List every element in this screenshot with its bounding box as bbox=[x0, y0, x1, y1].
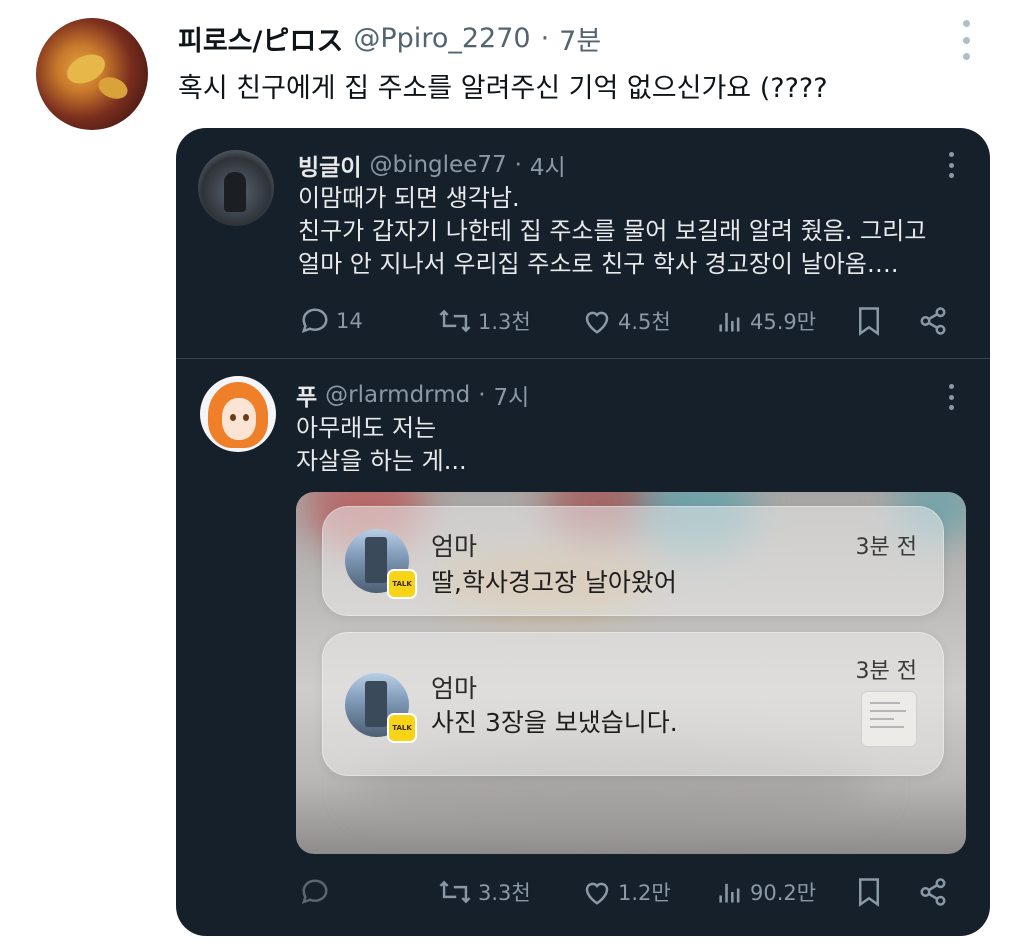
notification-2-title: 엄마 bbox=[431, 674, 478, 703]
quote1-share-button[interactable] bbox=[918, 306, 948, 336]
kakaotalk-badge-icon: TALK bbox=[387, 569, 417, 599]
notification-1-avatar: TALK bbox=[345, 529, 417, 599]
quote1-repost-button[interactable]: 1.3천 bbox=[438, 306, 531, 336]
notification-1-message: 딸,학사경고장 날아왔어 bbox=[431, 568, 677, 597]
quote2-reply-button[interactable] bbox=[300, 877, 336, 907]
attached-image[interactable]: TALK 엄마 딸,학사경고장 날아왔어 3분 전 TALK 엄마 사진 3장을… bbox=[296, 492, 966, 854]
notification-card-1[interactable]: TALK 엄마 딸,학사경고장 날아왔어 3분 전 bbox=[322, 506, 944, 616]
bookmark-icon bbox=[859, 878, 879, 907]
quote2-views-button[interactable]: 90.2만 bbox=[716, 877, 816, 907]
quote2-views-count: 90.2만 bbox=[750, 881, 817, 905]
quote2-more-icon[interactable] bbox=[946, 384, 956, 410]
notification-2-avatar: TALK bbox=[345, 673, 417, 743]
author-handle[interactable]: @Ppiro_2270 bbox=[353, 23, 530, 54]
repost-icon bbox=[439, 309, 471, 333]
quote-divider bbox=[176, 358, 990, 359]
more-options-icon[interactable] bbox=[956, 20, 976, 60]
reply-icon bbox=[301, 879, 328, 905]
quote2-line-1: 아무래도 저는 bbox=[296, 414, 437, 442]
quote1-repost-count: 1.3천 bbox=[478, 310, 531, 334]
share-icon bbox=[920, 878, 946, 906]
quote2-handle[interactable]: @rlarmdrmd bbox=[325, 382, 470, 408]
quote1-handle[interactable]: @binglee77 bbox=[369, 152, 506, 178]
quote2-share-button[interactable] bbox=[918, 877, 948, 907]
quote2-line-2: 자살을 하는 게... bbox=[296, 447, 467, 475]
header-separator: · bbox=[540, 22, 550, 54]
quote1-more-icon[interactable] bbox=[946, 152, 956, 178]
quote1-text: 이맘때가 되면 생각남. 친구가 갑자기 나한테 집 주소를 물어 보길래 알려… bbox=[298, 182, 926, 281]
tweet-time[interactable]: 7분 bbox=[559, 19, 601, 58]
bookmark-icon bbox=[859, 307, 879, 336]
quote1-views-count: 45.9만 bbox=[750, 310, 817, 334]
notification-1-time: 3분 전 bbox=[855, 535, 917, 560]
kakaotalk-badge-icon: TALK bbox=[387, 713, 417, 743]
views-icon bbox=[719, 312, 740, 332]
photo-thumbnail bbox=[861, 691, 917, 747]
quote1-bookmark-button[interactable] bbox=[856, 306, 882, 336]
heart-icon bbox=[585, 311, 609, 334]
heart-icon bbox=[585, 882, 609, 905]
tweet-text: 혹시 친구에게 집 주소를 알려주신 기억 없으신가요 (???? bbox=[178, 73, 828, 104]
quote1-separator: · bbox=[514, 152, 522, 178]
quote1-time[interactable]: 4시 bbox=[530, 148, 566, 182]
quote1-line-1: 이맘때가 되면 생각남. bbox=[298, 184, 520, 212]
quote2-repost-button[interactable]: 3.3천 bbox=[438, 877, 531, 907]
quote1-line-3: 얼마 안 지나서 우리집 주소로 친구 학사 경고장이 날아옴…. bbox=[298, 250, 899, 278]
quote1-views-button[interactable]: 45.9만 bbox=[716, 306, 816, 336]
author-name[interactable]: 피로스/ピロス bbox=[178, 19, 343, 58]
quote2-separator: · bbox=[478, 382, 486, 408]
quote2-bookmark-button[interactable] bbox=[856, 877, 882, 907]
quote2-header: 푸 @rlarmdrmd · 7시 bbox=[296, 378, 529, 412]
quote1-reply-button[interactable]: 14 bbox=[300, 306, 363, 336]
reply-icon bbox=[301, 308, 328, 334]
quote1-like-count: 4.5천 bbox=[618, 310, 671, 334]
tweet-header: 피로스/ピロス @Ppiro_2270 · 7분 bbox=[178, 18, 601, 58]
quote2-like-button[interactable]: 1.2만 bbox=[582, 877, 671, 907]
views-icon bbox=[719, 883, 740, 903]
quote2-like-count: 1.2만 bbox=[618, 881, 671, 905]
quote-tweet-card[interactable]: 빙글이 @binglee77 · 4시 이맘때가 되면 생각남. 친구가 갑자기… bbox=[176, 128, 990, 936]
quote1-line-2: 친구가 갑자기 나한테 집 주소를 물어 보길래 알려 줬음. 그리고 bbox=[298, 217, 927, 245]
notification-2-message: 사진 3장을 보냈습니다. bbox=[431, 708, 678, 737]
notification-1-title: 엄마 bbox=[431, 532, 478, 561]
quote1-author-name[interactable]: 빙글이 bbox=[298, 148, 361, 182]
quote2-time[interactable]: 7시 bbox=[494, 378, 530, 412]
quote2-text: 아무래도 저는 자살을 하는 게... bbox=[296, 412, 467, 478]
quote2-avatar[interactable] bbox=[200, 376, 276, 452]
author-avatar[interactable] bbox=[36, 18, 148, 130]
quote2-repost-count: 3.3천 bbox=[478, 881, 531, 905]
quote1-header: 빙글이 @binglee77 · 4시 bbox=[298, 148, 566, 182]
notification-2-time: 3분 전 bbox=[855, 659, 917, 684]
quote1-avatar[interactable] bbox=[198, 150, 274, 226]
repost-icon bbox=[439, 880, 471, 904]
notification-card-2[interactable]: TALK 엄마 사진 3장을 보냈습니다. 3분 전 bbox=[322, 632, 944, 776]
quote1-like-button[interactable]: 4.5천 bbox=[582, 306, 671, 336]
share-icon bbox=[920, 307, 946, 335]
quote1-reply-count: 14 bbox=[336, 309, 363, 333]
quote2-author-name[interactable]: 푸 bbox=[296, 378, 317, 412]
